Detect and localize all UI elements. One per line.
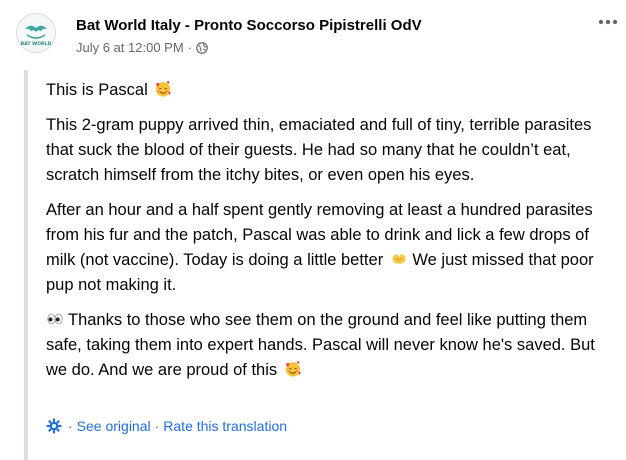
post-subline: July 6 at 12:00 PM · — [76, 39, 422, 56]
smiling-face-with-hearts-emoji — [285, 361, 301, 377]
eyes-emoji — [47, 313, 63, 325]
translation-separator-1: · — [68, 418, 73, 434]
post-meta: Bat World Italy - Pronto Soccorso Pipist… — [76, 16, 422, 56]
paragraph-3: After an hour and a half spent gently re… — [46, 198, 606, 298]
paragraph-1: This is Pascal — [46, 78, 606, 103]
post-header: BAT WORLD Bat World Italy - Pronto Socco… — [16, 13, 610, 59]
smiling-face-with-hearts-emoji — [156, 81, 172, 97]
heart-hands-emoji — [392, 254, 406, 264]
avatar-text: BAT WORLD — [21, 41, 52, 47]
post-body: This is Pascal This 2-gram puppy arrived… — [46, 78, 606, 393]
paragraph-4-text: Thanks to those who see them on the grou… — [46, 311, 595, 379]
more-options-button[interactable] — [596, 10, 620, 34]
post-card: BAT WORLD Bat World Italy - Pronto Socco… — [0, 0, 626, 460]
bat-world-logo: BAT WORLD — [18, 15, 54, 51]
page-avatar[interactable]: BAT WORLD — [16, 13, 56, 53]
paragraph-1-text: This is Pascal — [46, 81, 148, 99]
page-name-link[interactable]: Bat World Italy - Pronto Soccorso Pipist… — [76, 16, 422, 35]
translation-gear-icon[interactable] — [46, 418, 62, 434]
paragraph-2: This 2-gram puppy arrived thin, emaciate… — [46, 116, 592, 184]
globe-icon[interactable] — [196, 41, 208, 54]
rate-translation-link[interactable]: Rate this translation — [163, 418, 287, 434]
post-timestamp[interactable]: July 6 at 12:00 PM — [76, 39, 184, 56]
see-original-link[interactable]: See original — [77, 418, 151, 434]
subline-separator: · — [187, 40, 193, 55]
more-options-icon — [598, 19, 618, 25]
paragraph-4: Thanks to those who see them on the grou… — [46, 308, 606, 383]
translation-quote-bar — [24, 70, 28, 460]
translation-row: · See original · Rate this translation — [46, 418, 287, 434]
translation-separator-2: · — [154, 418, 160, 434]
